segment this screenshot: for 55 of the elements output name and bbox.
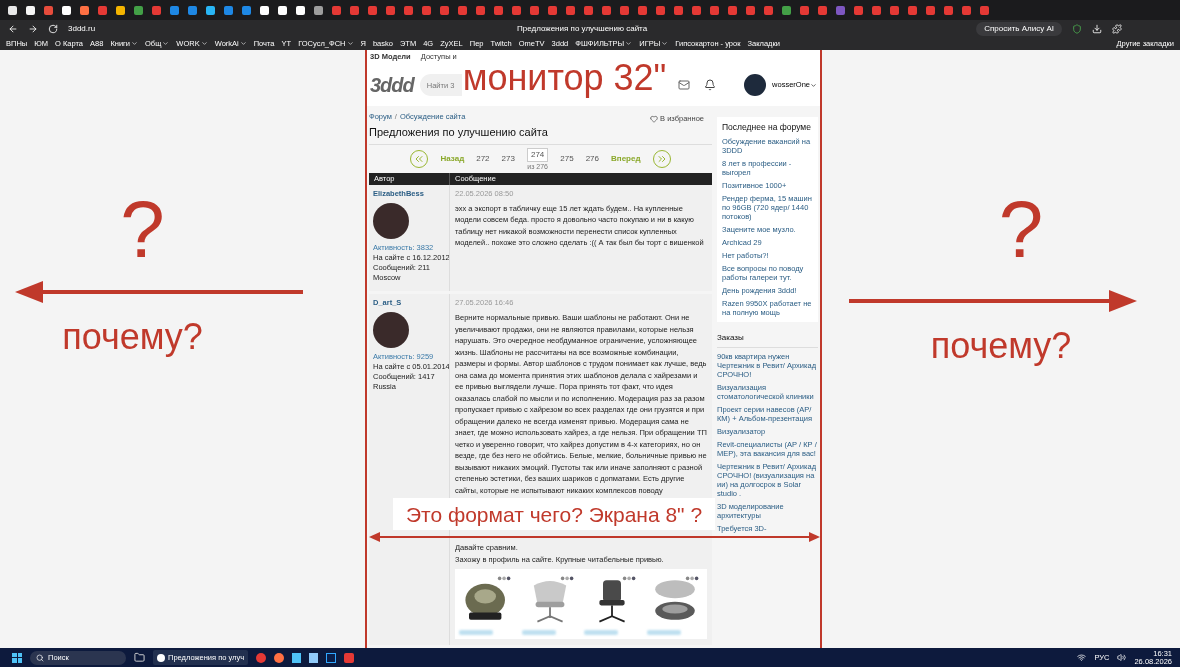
- app-icon[interactable]: [292, 652, 302, 663]
- blurred-label: [584, 630, 618, 635]
- app-icon[interactable]: [274, 652, 285, 663]
- forward-icon[interactable]: [28, 23, 38, 34]
- annotation-text: Это формат чего? Экрана 8" ?: [405, 503, 703, 525]
- question-mark: ?: [120, 190, 165, 270]
- back-icon[interactable]: [8, 23, 18, 34]
- app-icon[interactable]: [256, 652, 267, 663]
- tab-favicon-icon[interactable]: [314, 5, 323, 15]
- reload-icon[interactable]: [48, 23, 58, 34]
- tab-favicon-icon[interactable]: [296, 5, 305, 15]
- topic-title: Предложения по улучшению сайта: [369, 124, 712, 145]
- page-link[interactable]: 276: [585, 153, 599, 165]
- page-link[interactable]: 275: [560, 153, 574, 165]
- search-icon: [36, 653, 44, 662]
- blurred-label: [646, 630, 681, 635]
- extensions-icon[interactable]: [1112, 23, 1122, 34]
- caret-icon: [810, 81, 817, 89]
- question-mark: ?: [998, 190, 1044, 270]
- author-avatar: [373, 202, 409, 239]
- app-icon[interactable]: [309, 652, 319, 663]
- blurred-label: [459, 630, 493, 635]
- site-logo[interactable]: 3ddd: [370, 70, 414, 100]
- why-text: почему?: [62, 315, 203, 359]
- tab-favicon-icon[interactable]: [206, 5, 215, 15]
- tab-favicon-icon[interactable]: [278, 5, 287, 15]
- page-link[interactable]: 274: [526, 148, 549, 162]
- page-link[interactable]: 273: [501, 153, 515, 165]
- ai-button[interactable]: Спросить Алису AI: [976, 21, 1062, 36]
- why-text: почему?: [930, 324, 1072, 368]
- page-title: Предложения по улучшению сайта: [516, 22, 649, 35]
- tab-favicon-icon[interactable]: [260, 5, 269, 15]
- tab-favicon-icon[interactable]: [8, 5, 17, 15]
- orders-title: Заказы: [717, 332, 818, 348]
- tab-favicon-icon[interactable]: [26, 5, 35, 15]
- download-icon[interactable]: [1092, 23, 1102, 34]
- app-icon[interactable]: [344, 652, 355, 663]
- url-text[interactable]: 3ddd.ru: [68, 22, 188, 35]
- page-link[interactable]: 272: [476, 153, 490, 165]
- folder-icon[interactable]: [134, 652, 145, 663]
- latest-title: Последнее на форуме: [722, 122, 812, 133]
- bell-icon[interactable]: [704, 79, 717, 91]
- avatar[interactable]: [744, 74, 767, 96]
- shield-icon[interactable]: [1072, 23, 1082, 34]
- blurred-label: [521, 630, 556, 635]
- mail-icon[interactable]: [678, 79, 691, 91]
- author-avatar: [373, 312, 409, 348]
- volume-icon[interactable]: [1117, 653, 1127, 662]
- app-icon[interactable]: [326, 652, 337, 663]
- start-icon[interactable]: [12, 652, 22, 663]
- tab-favicon-icon[interactable]: [62, 5, 71, 15]
- tab-favicon-icon[interactable]: [80, 5, 89, 15]
- tab-favicon-icon[interactable]: [116, 5, 125, 15]
- heart-icon: [650, 114, 659, 123]
- network-icon[interactable]: [1077, 653, 1087, 662]
